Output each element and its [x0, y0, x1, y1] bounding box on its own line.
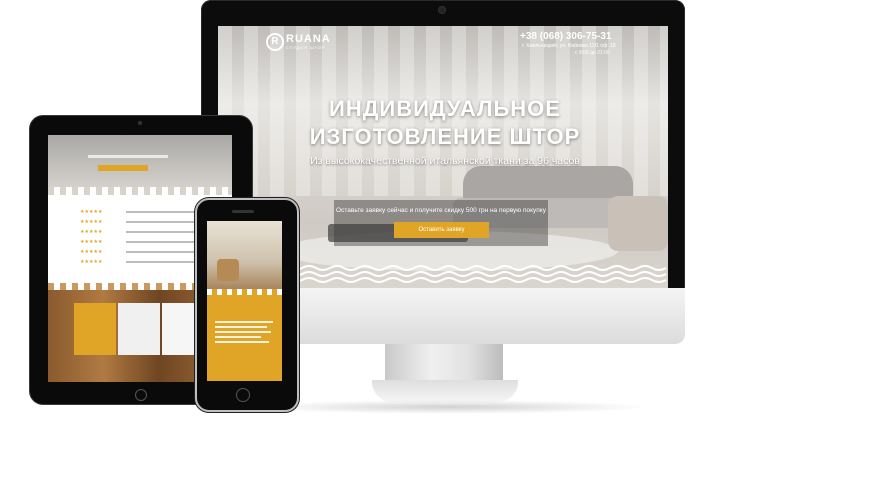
tablet-hero [48, 135, 232, 187]
armchair [217, 259, 239, 281]
armchair [608, 196, 668, 251]
header-hours: с 9:00 до 21:00 [575, 50, 610, 56]
stars-icon: ★★★★★ [80, 219, 103, 225]
header-address: г. Хмельницкий, ул. Вайнова 12/1 оф. 18 [522, 43, 616, 49]
hero-subtitle: Из высококачественной итальянской ткани … [310, 155, 580, 167]
offer-text: Оставьте заявку сейчас и получите скидку… [336, 207, 546, 214]
tablet-camera-icon [138, 121, 142, 125]
tablet-home-button-icon [135, 389, 147, 401]
monitor-shadow [250, 400, 650, 414]
text-line [215, 336, 261, 338]
monitor-stand-neck [385, 344, 503, 382]
header-phone[interactable]: +38 (068) 306-75-31 [520, 31, 611, 42]
stars-icon: ★★★★★ [80, 259, 103, 265]
phone-home-button-icon [236, 388, 250, 402]
camera-icon [438, 6, 446, 14]
monitor-stand-foot [372, 380, 518, 402]
stars-icon: ★★★★★ [80, 249, 103, 255]
tablet-wave-divider [48, 187, 232, 195]
stars-icon: ★★★★★ [80, 239, 103, 245]
tablet-hero-text [88, 155, 168, 158]
text-line [215, 321, 273, 323]
leave-request-button[interactable]: Оставить заявку [394, 222, 489, 238]
hero-title: ИНДИВИДУАЛЬНОЕ ИЗГОТОВЛЕНИЕ ШТОР [309, 96, 581, 149]
brand-tagline: СТУДИЯ ШТОР [286, 45, 326, 50]
brand-logo-icon[interactable]: R [266, 33, 284, 51]
text-line [215, 326, 267, 328]
phone-wave-divider [207, 289, 282, 295]
stars-icon: ★★★★★ [80, 209, 103, 215]
stars-icon: ★★★★★ [80, 229, 103, 235]
phone-speaker-icon [232, 210, 254, 213]
phone-screen [207, 221, 282, 381]
feature-tile [118, 303, 160, 355]
feature-tile [74, 303, 116, 355]
tablet-hero-button[interactable] [98, 165, 148, 171]
brand-name[interactable]: RUANA [286, 33, 331, 45]
text-line [215, 331, 271, 333]
text-line [215, 341, 269, 343]
